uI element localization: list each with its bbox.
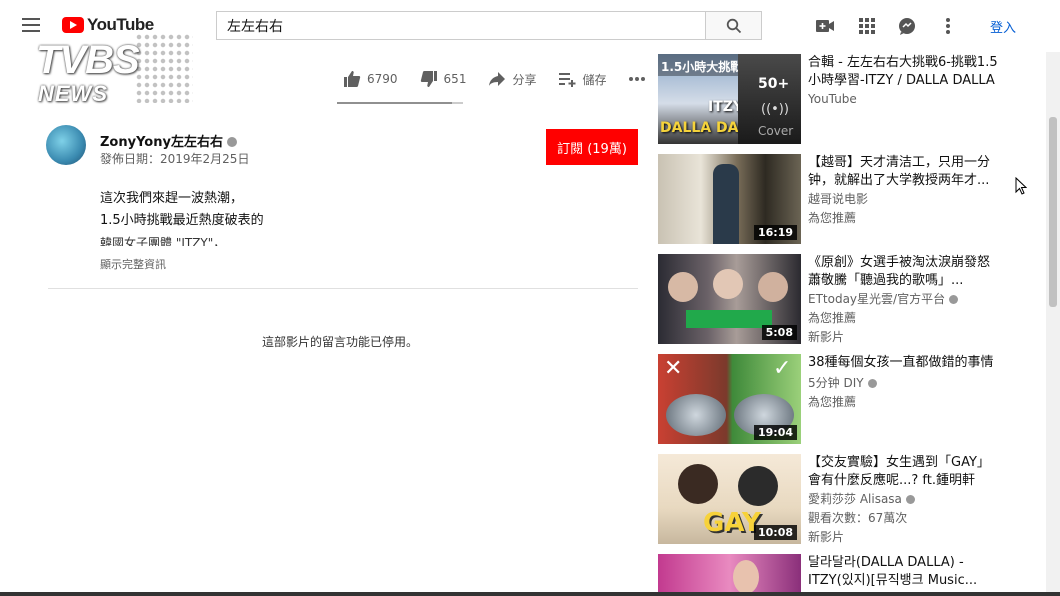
recommendation-reason: 為您推薦 — [808, 395, 857, 409]
comments-disabled-message: 這部影片的留言功能已停用。 — [261, 335, 418, 349]
dislike-button[interactable]: 651 — [420, 70, 467, 88]
verified-icon — [226, 137, 237, 147]
search-button[interactable] — [705, 12, 761, 39]
add-to-playlist-icon — [559, 73, 576, 87]
recommendation-title[interactable]: 《原創》女選手被淘汰淚崩發怒 蕭敬騰「聽過我的歌嗎」... — [808, 254, 998, 290]
apps-grid-icon[interactable] — [857, 16, 877, 36]
verified-icon — [949, 295, 959, 304]
channel-avatar[interactable] — [46, 125, 86, 165]
more-horiz-icon[interactable] — [628, 76, 646, 82]
share-button[interactable]: 分享 — [488, 71, 536, 88]
channel-name-text: 5分钟 DIY — [808, 376, 864, 390]
video-duration: 16:19 — [753, 225, 797, 240]
watermark-line2: NEWS — [38, 81, 108, 106]
search-input[interactable] — [217, 12, 705, 39]
share-icon — [489, 72, 506, 86]
recommendation-title[interactable]: 【交友實驗】女生遇到「GAY」會有什麼反應呢...? ft.鍾明軒｜... — [808, 454, 998, 490]
save-label: 儲存 — [582, 72, 607, 87]
search-icon — [726, 18, 741, 33]
logo-text: YouTube — [87, 15, 154, 34]
broadcast-icon: ((•)) — [761, 102, 789, 117]
x-mark-icon: ✕ — [664, 356, 683, 381]
play-logo-icon — [62, 17, 84, 33]
new-badge: 新影片 — [808, 330, 845, 344]
hamburger-menu-icon[interactable] — [22, 18, 40, 32]
verified-icon — [905, 495, 915, 504]
video-description: 這次我們來趕一波熱潮， 1.5小時挑戰最近熱度破表的 韓國女子團體 "ITZY"… — [100, 188, 264, 246]
recommendation-title[interactable]: 【越哥】天才清洁工，只用一分钟，就解出了大学教授两年才... — [808, 154, 998, 190]
channel-name-text: 愛莉莎莎 Alisasa — [808, 492, 902, 506]
tvbs-news-watermark: TVBS NEWS — [30, 33, 193, 113]
like-button[interactable]: 6790 — [343, 70, 398, 88]
publish-date: 發佈日期：2019年2月25日 — [100, 152, 250, 166]
recommendation-channel: ETtoday星光雲/官方平台 — [808, 290, 959, 309]
recommendation-item[interactable]: 달라달라(DALLA DALLA) - ITZY(있지)[뮤직뱅크 Music.… — [658, 554, 1008, 594]
video-thumbnail[interactable]: GAY 10:08 — [658, 454, 801, 544]
thumbnail-overlay-text: GAY — [703, 508, 761, 538]
video-thumbnail[interactable]: 1.5小時大挑戰系列 ITZY DALLA DALLA 50+ ((•)) Co… — [658, 54, 801, 144]
channel-name[interactable]: ZonyYony左左右右 — [100, 131, 237, 150]
show-more-link[interactable]: 顯示完整資訊 — [100, 256, 166, 272]
verified-icon — [867, 379, 877, 388]
recommendation-reason: 為您推薦 — [808, 311, 857, 325]
video-thumbnail[interactable]: 5:08 — [658, 254, 801, 344]
video-thumbnail[interactable]: 16:19 — [658, 154, 801, 244]
recommendation-channel: 越哥说电影 — [808, 192, 869, 206]
bottom-edge — [0, 592, 1060, 596]
video-thumbnail[interactable] — [658, 554, 801, 594]
new-badge: 新影片 — [808, 530, 845, 544]
description-line: 韓國女子團體 "ITZY"， — [100, 236, 226, 246]
recommendation-title[interactable]: 38種每個女孩一直都做錯的事情 — [808, 354, 998, 372]
recommendation-channel: 5分钟 DIY — [808, 374, 877, 393]
more-vert-icon[interactable] — [938, 16, 958, 36]
video-thumbnail[interactable]: ✕ ✓ 19:04 — [658, 354, 801, 444]
video-actions: 6790 651 分享 儲存 — [343, 70, 646, 88]
recommendation-channel: 愛莉莎莎 Alisasa — [808, 490, 915, 509]
thumb-up-icon — [344, 71, 361, 87]
recommendation-item[interactable]: 5:08 《原創》女選手被淘汰淚崩發怒 蕭敬騰「聽過我的歌嗎」... ETtod… — [658, 254, 1008, 344]
recommendation-views: 觀看次數：67萬次 — [808, 511, 908, 525]
video-duration: 19:04 — [753, 425, 797, 440]
scrollbar-thumb[interactable] — [1049, 117, 1057, 307]
like-bar-fill — [337, 102, 452, 104]
section-divider — [48, 288, 638, 289]
recommendation-title[interactable]: 合輯 - 左左右右大挑戰6-挑戰1.5小時學習-ITZY / DALLA DAL… — [808, 54, 998, 90]
like-count: 6790 — [367, 72, 398, 86]
video-duration: 5:08 — [761, 325, 797, 340]
description-line: 這次我們來趕一波熱潮， — [100, 191, 244, 206]
video-duration: 10:08 — [753, 525, 797, 540]
thumbnail-overlay-text: Cover — [758, 124, 794, 138]
recommendation-item[interactable]: ✕ ✓ 19:04 38種每個女孩一直都做錯的事情 5分钟 DIY 為您推薦 — [658, 354, 1008, 444]
signin-link[interactable]: 登入 — [990, 17, 1016, 36]
search-bar — [216, 11, 762, 40]
save-button[interactable]: 儲存 — [558, 71, 606, 88]
messages-icon[interactable] — [897, 16, 917, 36]
recommendation-item[interactable]: 1.5小時大挑戰系列 ITZY DALLA DALLA 50+ ((•)) Co… — [658, 54, 1008, 144]
mouse-cursor — [1015, 177, 1027, 195]
dislike-count: 651 — [443, 72, 467, 86]
watermark-dots — [135, 33, 193, 103]
share-label: 分享 — [512, 72, 537, 87]
recommendation-title[interactable]: 달라달라(DALLA DALLA) - ITZY(있지)[뮤직뱅크 Music.… — [808, 554, 998, 590]
thumb-down-icon — [420, 71, 437, 87]
video-camera-icon[interactable] — [815, 16, 835, 36]
recommendation-item[interactable]: 16:19 【越哥】天才清洁工，只用一分钟，就解出了大学教授两年才... 越哥说… — [658, 154, 1008, 244]
channel-name-text: ETtoday星光雲/官方平台 — [808, 292, 946, 306]
channel-name-text: ZonyYony左左右右 — [100, 135, 223, 150]
thumbnail-overlay-text: 50+ — [758, 76, 790, 92]
description-line: 1.5小時挑戰最近熱度破表的 — [100, 213, 264, 228]
like-dislike-bar — [337, 102, 463, 104]
recommendation-reason: 為您推薦 — [808, 211, 857, 225]
youtube-logo[interactable]: YouTube — [62, 15, 154, 35]
check-mark-icon: ✓ — [773, 356, 792, 381]
recommendation-channel: YouTube — [808, 92, 857, 106]
page-scrollbar[interactable] — [1046, 52, 1060, 596]
watermark-line1: TVBS — [36, 38, 140, 82]
subscribe-button[interactable]: 訂閱 (19萬) — [546, 129, 638, 165]
recommendation-item[interactable]: GAY 10:08 【交友實驗】女生遇到「GAY」會有什麼反應呢...? ft.… — [658, 454, 1008, 544]
